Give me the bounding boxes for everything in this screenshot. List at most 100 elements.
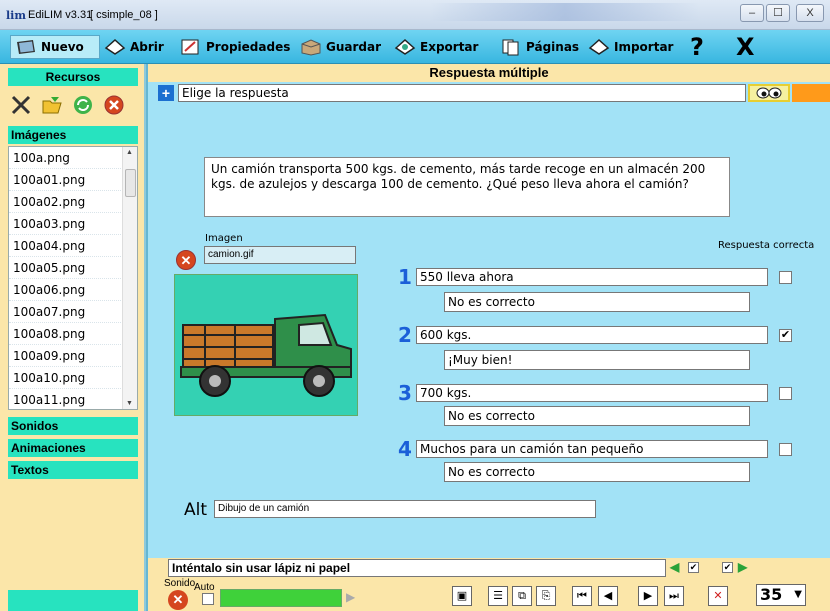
feedback-field-4[interactable]: No es correcto: [444, 462, 750, 482]
open-folder-icon[interactable]: [41, 94, 63, 116]
answer-3-correct-checkbox[interactable]: [779, 387, 792, 400]
category-animaciones[interactable]: Animaciones: [8, 439, 138, 457]
open-icon: [104, 38, 126, 56]
answer-number-3: 3: [398, 381, 412, 405]
delete-page-icon[interactable]: ✕: [708, 586, 728, 606]
answer-1-correct-checkbox[interactable]: [779, 271, 792, 284]
scroll-up-icon[interactable]: ▲: [126, 149, 133, 156]
play-sound-icon[interactable]: ▶: [346, 590, 355, 604]
list-item[interactable]: 100a03.png: [9, 213, 137, 235]
hint-field[interactable]: Inténtalo sin usar lápiz ni papel: [168, 559, 666, 577]
editor-main-panel: Respuesta múltiple + Elige la respuesta …: [148, 64, 830, 611]
importar-button[interactable]: Importar: [588, 35, 673, 59]
remove-sound-icon[interactable]: ✕: [168, 590, 188, 610]
title-bar: lim EdiLIM v3.31 [ csimple_08 ] – ☐ X: [0, 0, 830, 30]
previous-page-icon[interactable]: ◀: [598, 586, 618, 606]
scroll-down-icon[interactable]: ▼: [126, 400, 133, 407]
list-item[interactable]: 100a09.png: [9, 345, 137, 367]
question-text-area[interactable]: Un camión transporta 500 kgs. de cemento…: [204, 157, 730, 217]
preview-eyes-icon[interactable]: [748, 84, 790, 102]
tools-icon[interactable]: [10, 94, 32, 116]
file-list-scrollbar[interactable]: ▲ ▼: [122, 147, 137, 409]
app-logo: lim: [6, 9, 26, 22]
page-number: 35: [760, 585, 783, 604]
sound-bar[interactable]: [220, 589, 342, 607]
close-editor-button[interactable]: X: [736, 33, 755, 61]
paginas-button[interactable]: Páginas: [500, 35, 579, 59]
minimize-button[interactable]: –: [740, 4, 764, 22]
list-item[interactable]: 100a06.png: [9, 279, 137, 301]
feedback-field-2[interactable]: ¡Muy bien!: [444, 350, 750, 370]
auto-checkbox[interactable]: [202, 593, 214, 605]
answer-number-1: 1: [398, 265, 412, 289]
abrir-label: Abrir: [130, 40, 164, 54]
scroll-thumb[interactable]: [125, 169, 136, 197]
correct-answer-label: Respuesta correcta: [718, 240, 815, 251]
plus-icon[interactable]: +: [158, 85, 174, 101]
next-arrow-icon[interactable]: ▶: [738, 560, 747, 574]
exportar-label: Exportar: [420, 40, 479, 54]
bottom-controls: Sonido Auto ✕ ▶ ▣ ☰ ⧉ ⎘ ⏮ ◀ ▶ ⏭ ✕ 35 ▼: [148, 578, 830, 611]
page-type-title: Respuesta múltiple: [148, 64, 830, 82]
importar-label: Importar: [614, 40, 674, 54]
truck-image: [174, 274, 358, 416]
list-view-icon[interactable]: ☰: [488, 586, 508, 606]
answer-4-correct-checkbox[interactable]: [779, 443, 792, 456]
list-item[interactable]: 100a08.png: [9, 323, 137, 345]
list-item[interactable]: 100a11.png: [9, 389, 137, 409]
next-page-icon[interactable]: ▶: [638, 586, 658, 606]
new-page-icon[interactable]: ⎘: [536, 586, 556, 606]
instruction-field[interactable]: Elige la respuesta: [178, 84, 746, 102]
save-page-icon[interactable]: ▣: [452, 586, 472, 606]
remove-image-icon[interactable]: ✕: [176, 250, 196, 270]
answer-field-1[interactable]: 550 lleva ahora: [416, 268, 768, 286]
list-item[interactable]: 100a10.png: [9, 367, 137, 389]
properties-icon: [180, 38, 202, 56]
feedback-field-3[interactable]: No es correcto: [444, 406, 750, 426]
answer-field-4[interactable]: Muchos para un camión tan pequeño: [416, 440, 768, 458]
list-item[interactable]: 100a05.png: [9, 257, 137, 279]
auto-label: Auto: [194, 582, 215, 593]
list-item[interactable]: 100a.png: [9, 147, 137, 169]
close-window-button[interactable]: X: [796, 4, 824, 22]
answer-number-2: 2: [398, 323, 412, 347]
answer-field-2[interactable]: 600 kgs.: [416, 326, 768, 344]
prev-enable-checkbox[interactable]: ✔: [688, 562, 699, 573]
list-item[interactable]: 100a01.png: [9, 169, 137, 191]
answer-2-correct-checkbox[interactable]: ✔: [779, 329, 792, 342]
image-file-list: 100a.png 100a01.png 100a02.png 100a03.pn…: [8, 146, 138, 410]
alt-label: Alt: [184, 500, 208, 520]
category-imagenes[interactable]: Imágenes: [8, 126, 138, 144]
refresh-icon[interactable]: [72, 94, 94, 116]
category-textos[interactable]: Textos: [8, 461, 138, 479]
propiedades-button[interactable]: Propiedades: [180, 35, 290, 59]
export-icon: [394, 38, 416, 56]
next-enable-checkbox[interactable]: ✔: [722, 562, 733, 573]
nuevo-button[interactable]: Nuevo: [10, 35, 100, 59]
list-item[interactable]: 100a02.png: [9, 191, 137, 213]
exportar-button[interactable]: Exportar: [394, 35, 478, 59]
duplicate-page-icon[interactable]: ⧉: [512, 586, 532, 606]
feedback-field-1[interactable]: No es correcto: [444, 292, 750, 312]
first-page-icon[interactable]: ⏮: [572, 586, 592, 606]
abrir-button[interactable]: Abrir: [104, 35, 164, 59]
image-file-field[interactable]: camion.gif: [204, 246, 356, 264]
image-label: Imagen: [205, 233, 243, 244]
list-item[interactable]: 100a07.png: [9, 301, 137, 323]
page-selector[interactable]: 35 ▼: [756, 584, 806, 606]
alt-text-field[interactable]: Dibujo de un camión: [214, 500, 596, 518]
answer-field-3[interactable]: 700 kgs.: [416, 384, 768, 402]
propiedades-label: Propiedades: [206, 40, 291, 54]
category-sonidos[interactable]: Sonidos: [8, 417, 138, 435]
help-button[interactable]: ?: [690, 33, 704, 61]
prev-arrow-icon[interactable]: ◀: [670, 560, 679, 574]
delete-resource-icon[interactable]: [103, 94, 125, 116]
resources-title: Recursos: [8, 68, 138, 86]
guardar-button[interactable]: Guardar: [300, 35, 381, 59]
list-item[interactable]: 100a04.png: [9, 235, 137, 257]
maximize-button[interactable]: ☐: [766, 4, 790, 22]
answer-number-4: 4: [398, 437, 412, 461]
last-page-icon[interactable]: ⏭: [664, 586, 684, 606]
app-title: EdiLIM v3.31: [28, 9, 93, 21]
save-box-icon: [300, 38, 322, 56]
